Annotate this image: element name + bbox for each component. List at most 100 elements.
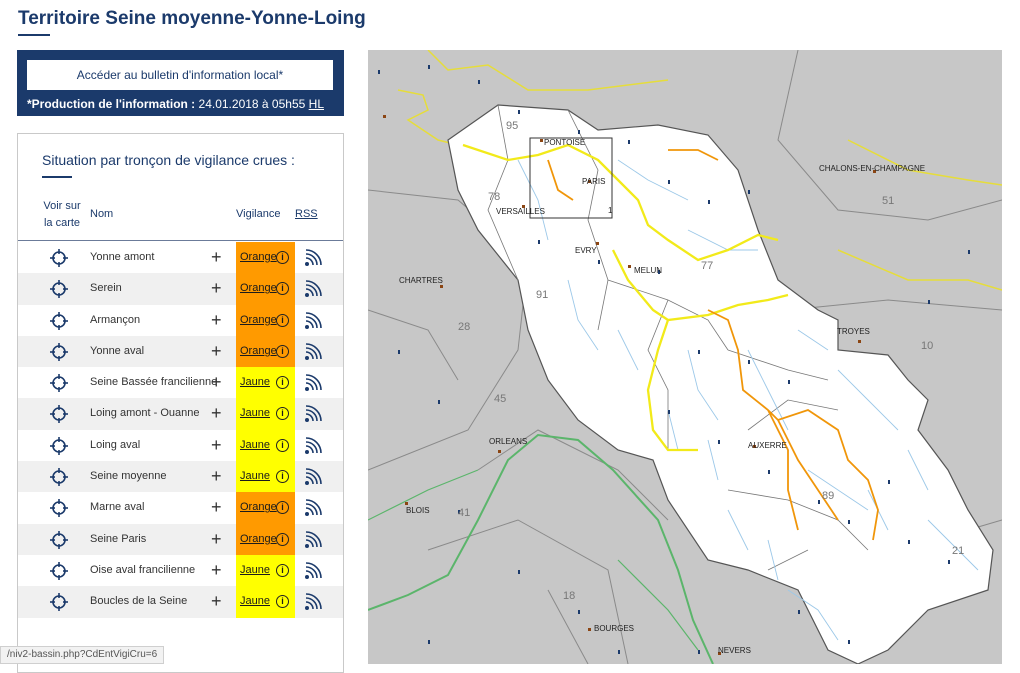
vigilance-level-label[interactable]: Jaune (240, 564, 270, 576)
section-name: Seine Paris (90, 532, 147, 545)
header-voir: Voir sur la carte (43, 200, 81, 229)
info-icon[interactable]: i (276, 595, 289, 609)
vigilance-level[interactable]: Jaune i (236, 398, 295, 430)
map-dept-78: 78 (488, 191, 501, 203)
expand-plus-icon[interactable]: + (211, 279, 222, 297)
expand-plus-icon[interactable]: + (211, 498, 222, 516)
bulletin-button[interactable]: Accéder au bulletin d'information local* (27, 60, 333, 90)
expand-plus-icon[interactable]: + (211, 248, 222, 266)
info-icon[interactable]: i (276, 470, 289, 484)
expand-plus-icon[interactable]: + (211, 561, 222, 579)
rss-feed-icon[interactable] (304, 311, 322, 330)
vigilance-level[interactable]: Jaune i (236, 461, 295, 493)
rss-feed-icon[interactable] (304, 562, 322, 580)
vigilance-level[interactable]: Jaune i (236, 586, 295, 618)
map-label-chartres: CHARTRES (399, 276, 443, 285)
vigilance-level[interactable]: Jaune i (236, 367, 295, 399)
production-info: *Production de l'information : 24.01.201… (27, 97, 324, 111)
expand-plus-icon[interactable]: + (211, 592, 222, 610)
section-row: Loing aval + Jaune i (18, 429, 343, 462)
expand-plus-icon[interactable]: + (211, 404, 222, 422)
locate-target-icon[interactable] (50, 342, 68, 361)
vigilance-level[interactable]: Orange i (236, 492, 295, 524)
section-row: Marne aval + Orange i (18, 492, 343, 524)
rss-feed-icon[interactable] (304, 374, 322, 392)
expand-plus-icon[interactable]: + (211, 311, 222, 329)
vigilance-level-label[interactable]: Orange (240, 282, 277, 294)
section-name: Yonne aval (90, 344, 145, 357)
vigilance-level-label[interactable]: Jaune (240, 595, 270, 607)
header-rss[interactable]: RSS (295, 208, 318, 220)
rss-feed-icon[interactable] (304, 343, 322, 361)
info-icon[interactable]: i (276, 407, 289, 421)
section-name: Yonne amont (90, 251, 155, 263)
rss-feed-icon[interactable] (304, 249, 322, 267)
timezone-abbr: HL (308, 97, 324, 111)
info-icon[interactable]: i (276, 563, 289, 577)
section-row: Oise aval francilienne + Jaune i (18, 554, 343, 587)
expand-plus-icon[interactable]: + (211, 467, 222, 485)
expand-plus-icon[interactable]: + (211, 436, 222, 454)
vigilance-level-label[interactable]: Orange (240, 501, 277, 513)
locate-target-icon[interactable] (50, 499, 68, 518)
rss-feed-icon[interactable] (304, 280, 322, 298)
locate-target-icon[interactable] (50, 280, 68, 299)
rss-feed-icon[interactable] (304, 593, 322, 611)
header-divider (18, 240, 343, 241)
info-icon[interactable]: i (276, 438, 289, 452)
section-name: Seine Bassée francilienne (90, 376, 218, 389)
title-underline (18, 34, 50, 36)
vigilance-level[interactable]: Orange i (236, 304, 295, 336)
locate-target-icon[interactable] (50, 468, 68, 487)
vigilance-level-label[interactable]: Jaune (240, 407, 270, 419)
vigilance-level[interactable]: Jaune i (236, 554, 295, 587)
locate-target-icon[interactable] (50, 561, 68, 580)
map-label-nevers: NEVERS (718, 646, 751, 655)
section-row: Seine Bassée francilienne + Jaune i (18, 367, 343, 399)
info-icon[interactable]: i (276, 501, 289, 515)
status-bar-url: /niv2-bassin.php?CdEntVigiCru=6 (0, 646, 165, 664)
vigilance-level-label[interactable]: Jaune (240, 376, 270, 388)
expand-plus-icon[interactable]: + (211, 530, 222, 548)
map-label-bourges: BOURGES (594, 624, 635, 633)
info-icon[interactable]: i (276, 313, 289, 327)
section-name: Oise aval francilienne (90, 563, 196, 576)
rss-feed-icon[interactable] (304, 405, 322, 423)
map-dept-77: 77 (701, 260, 714, 272)
section-row: Armançon + Orange i (18, 304, 343, 336)
vigilance-level[interactable]: Orange i (236, 335, 295, 368)
map[interactable]: PONTOISE PARIS VERSAILLES EVRY MELUN CHA… (368, 50, 1002, 664)
info-icon[interactable]: i (276, 376, 289, 390)
locate-target-icon[interactable] (50, 530, 68, 549)
info-icon[interactable]: i (276, 282, 289, 296)
vigilance-level[interactable]: Orange i (236, 242, 295, 274)
vigilance-level-label[interactable]: Jaune (240, 439, 270, 451)
section-rows: Yonne amont + Orange i Serein + Orange i Armanço… (18, 242, 343, 618)
info-icon[interactable]: i (276, 532, 289, 546)
locate-target-icon[interactable] (50, 249, 68, 267)
rss-feed-icon[interactable] (304, 499, 322, 517)
vigilance-panel: Situation par tronçon de vigilance crues… (17, 133, 344, 673)
section-row: Boucles de la Seine + Jaune i (18, 586, 343, 618)
vigilance-level-label[interactable]: Jaune (240, 470, 270, 482)
locate-target-icon[interactable] (50, 405, 68, 424)
rss-feed-icon[interactable] (304, 530, 322, 549)
vigilance-level-label[interactable]: Orange (240, 345, 277, 357)
rss-feed-icon[interactable] (304, 436, 322, 455)
vigilance-level[interactable]: Orange i (236, 273, 295, 305)
locate-target-icon[interactable] (50, 311, 68, 330)
info-icon[interactable]: i (276, 344, 289, 358)
expand-plus-icon[interactable]: + (211, 342, 222, 360)
vigilance-level[interactable]: Jaune i (236, 429, 295, 462)
vigilance-level[interactable]: Orange i (236, 523, 295, 555)
info-icon[interactable]: i (276, 251, 289, 264)
locate-target-icon[interactable] (50, 374, 68, 393)
map-label-versailles: VERSAILLES (496, 207, 545, 216)
vigilance-level-label[interactable]: Orange (240, 251, 277, 263)
vigilance-level-label[interactable]: Orange (240, 314, 277, 326)
rss-feed-icon[interactable] (304, 468, 322, 486)
locate-target-icon[interactable] (50, 593, 68, 612)
vigilance-level-label[interactable]: Orange (240, 533, 277, 545)
locate-target-icon[interactable] (50, 436, 68, 455)
expand-plus-icon[interactable]: + (211, 373, 222, 391)
